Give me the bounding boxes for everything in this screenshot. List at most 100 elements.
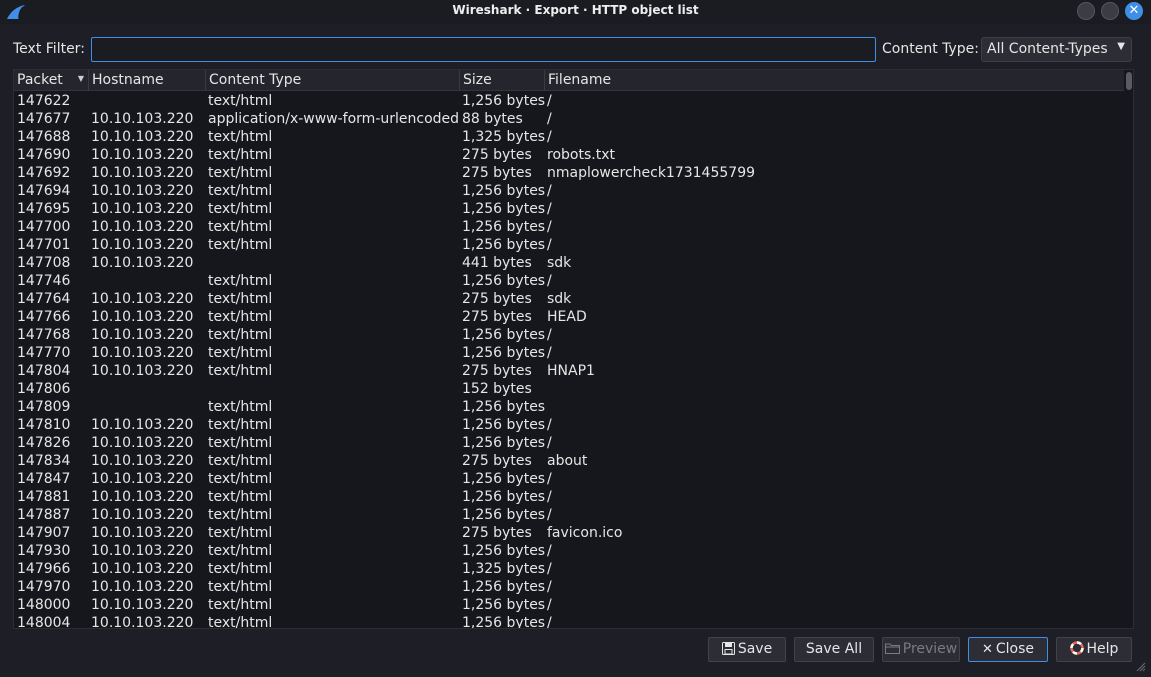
scrollbar-thumb[interactable] — [1126, 72, 1132, 90]
table-row[interactable]: 147764 10.10.103.220 text/html 275 bytes sdk — [14, 290, 1124, 308]
preview-button[interactable]: Preview — [882, 637, 960, 662]
table-row[interactable]: 147622 text/html 1,256 bytes / — [14, 92, 1124, 110]
column-header-content-type[interactable]: Content Type — [206, 70, 460, 91]
cell-hostname: 10.10.103.220 — [91, 525, 194, 541]
column-header-filename[interactable]: Filename — [545, 70, 1124, 91]
cell-filename: / — [547, 417, 552, 433]
cell-size: 1,325 bytes — [462, 129, 546, 145]
table-header: Packet ▼ Hostname Content Type Size File… — [14, 70, 1124, 91]
table-row[interactable]: 147907 10.10.103.220 text/html 275 bytes fav… — [14, 524, 1124, 542]
table-body: 147622 text/html 1,256 bytes/147677 10.10.1… — [14, 92, 1124, 628]
cell-size: 275 bytes — [462, 291, 532, 307]
table-row[interactable]: 147804 10.10.103.220 text/html 275 bytes HNA… — [14, 362, 1124, 380]
cell-filename: / — [547, 183, 552, 199]
table-row[interactable]: 147694 10.10.103.220 text/html 1,256 bytes / — [14, 182, 1124, 200]
cell-size: 1,256 bytes — [462, 93, 546, 109]
cell-size: 275 bytes — [462, 309, 532, 325]
table-row[interactable]: 147770 10.10.103.220 text/html 1,256 bytes / — [14, 344, 1124, 362]
vertical-scrollbar[interactable] — [1125, 70, 1133, 628]
cell-filename: / — [547, 507, 552, 523]
save-button[interactable]: Save — [708, 637, 786, 662]
cell-filename: / — [547, 219, 552, 235]
maximize-button[interactable] — [1101, 2, 1119, 20]
cell-hostname: 10.10.103.220 — [91, 453, 194, 469]
table-row[interactable]: 147766 10.10.103.220 text/html 275 bytes HEA… — [14, 308, 1124, 326]
cell-filename: / — [547, 201, 552, 217]
table-row[interactable]: 147809 text/html 1,256 bytes — [14, 398, 1124, 416]
table-row[interactable]: 147810 10.10.103.220 text/html 1,256 bytes / — [14, 416, 1124, 434]
cell-size: 1,256 bytes — [462, 219, 546, 235]
table-row[interactable]: 147887 10.10.103.220 text/html 1,256 bytes / — [14, 506, 1124, 524]
table-row[interactable]: 147692 10.10.103.220 text/html 275 bytes nma… — [14, 164, 1124, 182]
column-header-hostname[interactable]: Hostname — [89, 70, 206, 91]
cell-content-type: text/html — [208, 597, 273, 613]
cell-size: 1,256 bytes — [462, 507, 546, 523]
cell-hostname: 10.10.103.220 — [91, 579, 194, 595]
content-type-select[interactable]: All Content-Types ▼ — [981, 37, 1132, 62]
cell-size: 1,256 bytes — [462, 417, 546, 433]
cell-content-type: text/html — [208, 273, 273, 289]
help-button[interactable]: Help — [1056, 637, 1132, 662]
table-row[interactable]: 147677 10.10.103.220 application/x-www-for… — [14, 110, 1124, 128]
cell-packet: 147907 — [17, 525, 71, 541]
cell-filename: / — [547, 435, 552, 451]
column-header-size[interactable]: Size — [460, 70, 545, 91]
cell-size: 275 bytes — [462, 147, 532, 163]
cell-size: 1,256 bytes — [462, 345, 546, 361]
table-row[interactable]: 147746 text/html 1,256 bytes / — [14, 272, 1124, 290]
table-row[interactable]: 147695 10.10.103.220 text/html 1,256 bytes / — [14, 200, 1124, 218]
close-button[interactable]: ✕ Close — [968, 637, 1048, 662]
cell-size: 1,256 bytes — [462, 273, 546, 289]
table-row[interactable]: 148000 10.10.103.220 text/html 1,256 bytes / — [14, 596, 1124, 614]
cell-filename: robots.txt — [547, 147, 615, 163]
cell-size: 1,256 bytes — [462, 399, 546, 415]
sort-descending-icon: ▼ — [77, 74, 84, 83]
cell-content-type: text/html — [208, 201, 273, 217]
cell-size: 275 bytes — [462, 165, 532, 181]
cell-filename: / — [547, 489, 552, 505]
cell-size: 1,256 bytes — [462, 435, 546, 451]
resize-grip-icon[interactable] — [1134, 660, 1146, 672]
cell-filename: / — [547, 237, 552, 253]
table-row[interactable]: 147708 10.10.103.220 441 bytes sdk — [14, 254, 1124, 272]
cell-packet: 147688 — [17, 129, 71, 145]
cell-size: 1,256 bytes — [462, 543, 546, 559]
chevron-down-icon: ▼ — [1117, 41, 1125, 52]
cell-hostname: 10.10.103.220 — [91, 417, 194, 433]
cell-content-type: text/html — [208, 147, 273, 163]
cell-packet: 147700 — [17, 219, 71, 235]
text-filter-input[interactable] — [91, 37, 876, 62]
table-row[interactable]: 147700 10.10.103.220 text/html 1,256 bytes / — [14, 218, 1124, 236]
minimize-button[interactable] — [1077, 2, 1095, 20]
cell-content-type: text/html — [208, 309, 273, 325]
table-row[interactable]: 147826 10.10.103.220 text/html 1,256 bytes / — [14, 434, 1124, 452]
table-row[interactable]: 147966 10.10.103.220 text/html 1,325 bytes / — [14, 560, 1124, 578]
table-row[interactable]: 147690 10.10.103.220 text/html 275 bytes rob… — [14, 146, 1124, 164]
table-row[interactable]: 147688 10.10.103.220 text/html 1,325 bytes / — [14, 128, 1124, 146]
table-row[interactable]: 148004 10.10.103.220 text/html 1,256 bytes / — [14, 614, 1124, 628]
column-header-packet[interactable]: Packet ▼ — [14, 70, 89, 91]
cell-content-type: text/html — [208, 327, 273, 343]
save-all-button[interactable]: Save All — [794, 637, 874, 662]
cell-hostname: 10.10.103.220 — [91, 561, 194, 577]
table-row[interactable]: 147970 10.10.103.220 text/html 1,256 bytes / — [14, 578, 1124, 596]
table-row[interactable]: 147847 10.10.103.220 text/html 1,256 bytes / — [14, 470, 1124, 488]
table-row[interactable]: 147806 152 bytes — [14, 380, 1124, 398]
table-row[interactable]: 147881 10.10.103.220 text/html 1,256 bytes / — [14, 488, 1124, 506]
cell-packet: 147834 — [17, 453, 71, 469]
cell-hostname: 10.10.103.220 — [91, 129, 194, 145]
cell-content-type: text/html — [208, 417, 273, 433]
cell-packet: 147847 — [17, 471, 71, 487]
table-row[interactable]: 147768 10.10.103.220 text/html 1,256 bytes / — [14, 326, 1124, 344]
table-row[interactable]: 147834 10.10.103.220 text/html 275 bytes abo… — [14, 452, 1124, 470]
window-close-button[interactable]: ✕ — [1125, 2, 1143, 20]
cell-content-type: text/html — [208, 237, 273, 253]
close-icon: ✕ — [981, 642, 993, 657]
cell-hostname: 10.10.103.220 — [91, 435, 194, 451]
table-row[interactable]: 147930 10.10.103.220 text/html 1,256 bytes / — [14, 542, 1124, 560]
cell-hostname: 10.10.103.220 — [91, 201, 194, 217]
cell-content-type: text/html — [208, 345, 273, 361]
table-row[interactable]: 147701 10.10.103.220 text/html 1,256 bytes / — [14, 236, 1124, 254]
cell-size: 1,256 bytes — [462, 201, 546, 217]
cell-content-type: text/html — [208, 291, 273, 307]
